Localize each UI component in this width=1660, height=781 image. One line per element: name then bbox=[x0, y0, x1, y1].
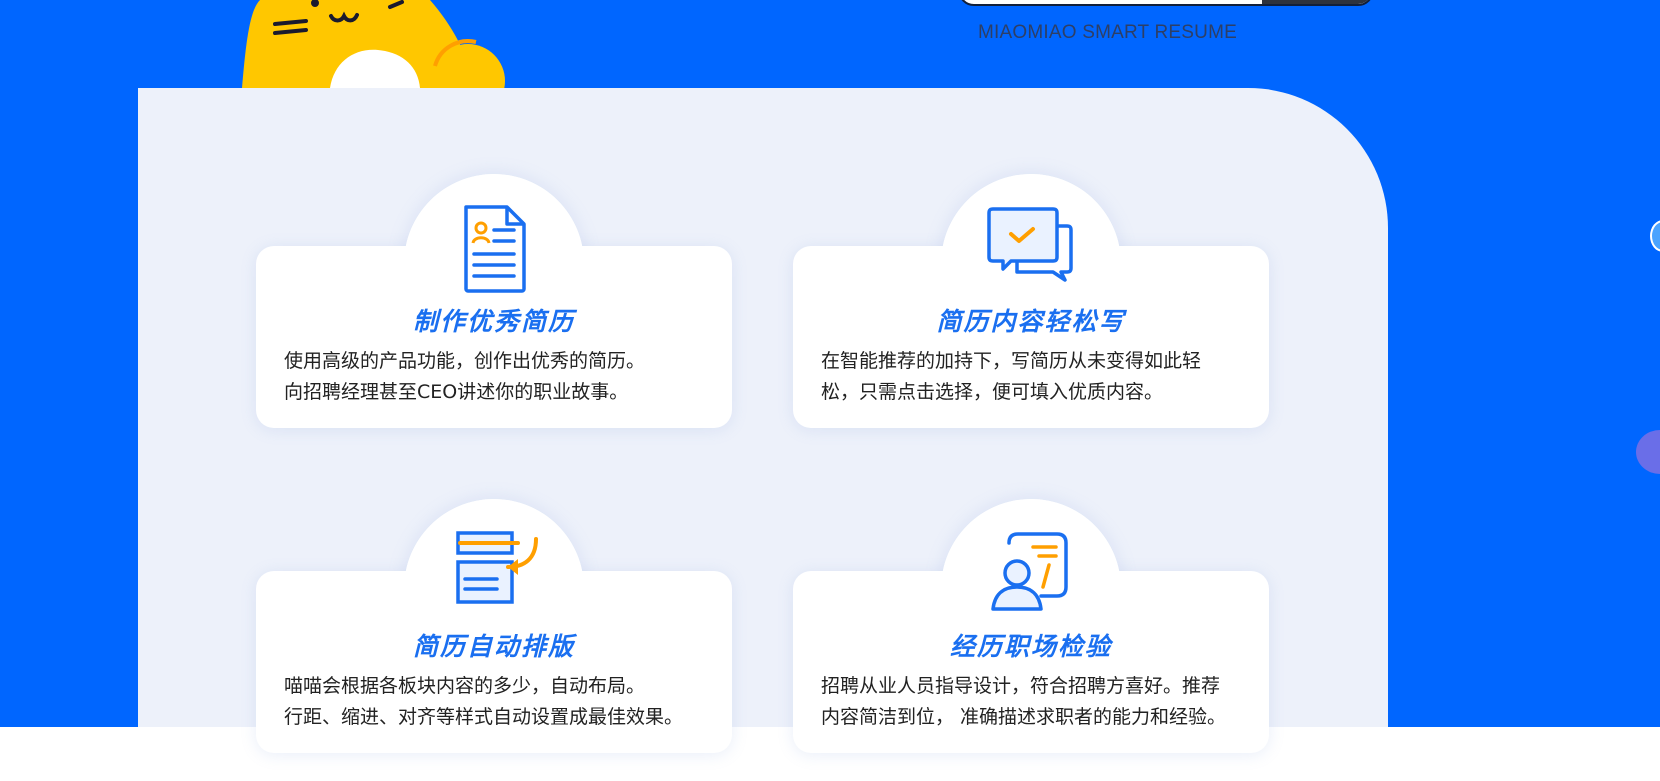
feature-title: 简历自动排版 bbox=[412, 632, 575, 661]
search-button[interactable] bbox=[1262, 0, 1372, 4]
auto-layout-icon bbox=[456, 531, 538, 604]
features-panel: 制作优秀简历 使用高级的产品功能，创作出优秀的简历。 向招聘经理甚至CEO讲述你… bbox=[138, 88, 1388, 753]
feature-title: 制作优秀简历 bbox=[412, 307, 575, 336]
feature-description: 在智能推荐的加持下，写简历从未变得如此轻 松，只需点击选择，便可填入优质内容。 bbox=[821, 350, 1202, 403]
feature-title: 简历内容轻松写 bbox=[936, 307, 1126, 336]
chat-check-icon bbox=[987, 207, 1073, 282]
feature-card: 经历职场检验 招聘从业人员指导设计，符合招聘方喜好。推荐 内容简洁到位， 准确描… bbox=[793, 499, 1269, 757]
feature-description: 使用高级的产品功能，创作出优秀的简历。 向招聘经理甚至CEO讲述你的职业故事。 bbox=[284, 350, 646, 403]
hero-section: MIAOMIAO SMART RESUME 制作优秀简历 使用高级的产品功能，创… bbox=[0, 0, 1660, 753]
feature-card: 简历自动排版 喵喵会根据各板块内容的多少，自动布局。 行距、缩进、对齐等样式自动… bbox=[256, 499, 732, 757]
search-bar[interactable] bbox=[958, 0, 1374, 6]
resume-document-icon bbox=[464, 205, 526, 293]
feature-card: 制作优秀简历 使用高级的产品功能，创作出优秀的简历。 向招聘经理甚至CEO讲述你… bbox=[256, 174, 732, 432]
feature-description: 招聘从业人员指导设计，符合招聘方喜好。推荐 内容简洁到位， 准确描述求职者的能力… bbox=[821, 675, 1227, 728]
career-person-icon bbox=[991, 532, 1068, 611]
brand-tagline: MIAOMIAO SMART RESUME bbox=[978, 22, 1237, 43]
feature-card: 简历内容轻松写 在智能推荐的加持下，写简历从未变得如此轻 松，只需点击选择，便可… bbox=[793, 174, 1269, 432]
feature-description: 喵喵会根据各板块内容的多少，自动布局。 行距、缩进、对齐等样式自动设置成最佳效果… bbox=[284, 675, 684, 728]
feature-title: 经历职场检验 bbox=[949, 632, 1112, 661]
